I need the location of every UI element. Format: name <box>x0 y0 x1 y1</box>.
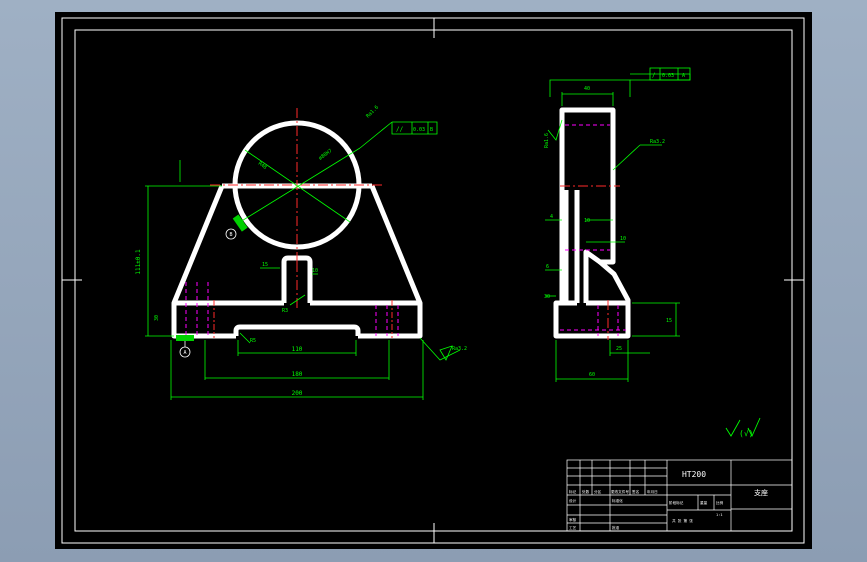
datum-label-b: B <box>229 232 232 238</box>
datum-marker-a <box>176 335 194 341</box>
svg-text:审核: 审核 <box>569 517 577 522</box>
svg-text:工艺: 工艺 <box>569 525 577 530</box>
dim-foot-height: 30 <box>154 315 160 321</box>
dim-slot-radius: R3 <box>282 308 288 314</box>
dim-height: 111±0.1 <box>135 249 142 275</box>
side-dim-d5: 30 <box>544 294 550 300</box>
side-dim-base-w2: 25 <box>616 346 622 352</box>
svg-text:批准: 批准 <box>612 525 620 530</box>
svg-text:分区: 分区 <box>594 489 602 494</box>
dim-hole-span: 180 <box>292 371 303 378</box>
title-material: HT200 <box>682 470 706 479</box>
side-roughness-left: Ra1.6 <box>544 133 550 148</box>
svg-text:标准化: 标准化 <box>612 498 623 503</box>
svg-text:处数: 处数 <box>582 489 590 494</box>
dim-foot-radius: R5 <box>250 338 256 344</box>
perp-datum: A <box>682 73 685 79</box>
roughness-note-text: (√) <box>739 429 753 438</box>
svg-text:标记: 标记 <box>569 489 577 494</box>
svg-text:重量: 重量 <box>700 500 708 505</box>
dim-rib: 15 <box>262 262 268 268</box>
svg-text:设计: 设计 <box>569 498 577 503</box>
svg-text:共 张 第 张: 共 张 第 张 <box>672 518 693 523</box>
side-dim-top-width: 40 <box>584 86 590 92</box>
parallel-symbol: // <box>396 126 404 133</box>
dim-rib-width: 10 <box>312 268 318 274</box>
svg-text:签名: 签名 <box>632 489 640 494</box>
svg-text:更改文件号: 更改文件号 <box>611 489 629 494</box>
side-roughness-right: Ra3.2 <box>650 139 665 145</box>
title-part-name: 支座 <box>754 488 768 497</box>
svg-text:阶段标记: 阶段标记 <box>669 500 684 505</box>
side-dim-d2: 10 <box>584 218 590 224</box>
svg-text:年月日: 年月日 <box>647 489 658 494</box>
perp-value: 0.03 <box>662 73 674 79</box>
perp-symbol: / <box>652 72 656 79</box>
parallel-datum: B <box>430 127 433 133</box>
side-dim-base-height: 15 <box>666 318 672 324</box>
side-dim-base-width: 60 <box>589 372 595 378</box>
datum-label-a: A <box>183 350 186 356</box>
dim-total-width: 200 <box>292 390 303 397</box>
cad-drawing-canvas: 111±0.1 200 180 110 30 R5 15 10 R3 ø80H7… <box>55 12 812 549</box>
side-dim-d3: 10 <box>620 236 626 242</box>
parallel-value: 0.03 <box>413 127 425 133</box>
roughness-bottom: Ra3.2 <box>452 346 467 352</box>
side-dim-d4: 6 <box>546 264 549 270</box>
svg-text:1:1: 1:1 <box>716 513 723 517</box>
dim-slot-width: 110 <box>292 346 303 353</box>
svg-text:比例: 比例 <box>716 500 724 505</box>
drawing-sheet <box>55 12 812 549</box>
side-dim-d1: 4 <box>550 214 553 220</box>
